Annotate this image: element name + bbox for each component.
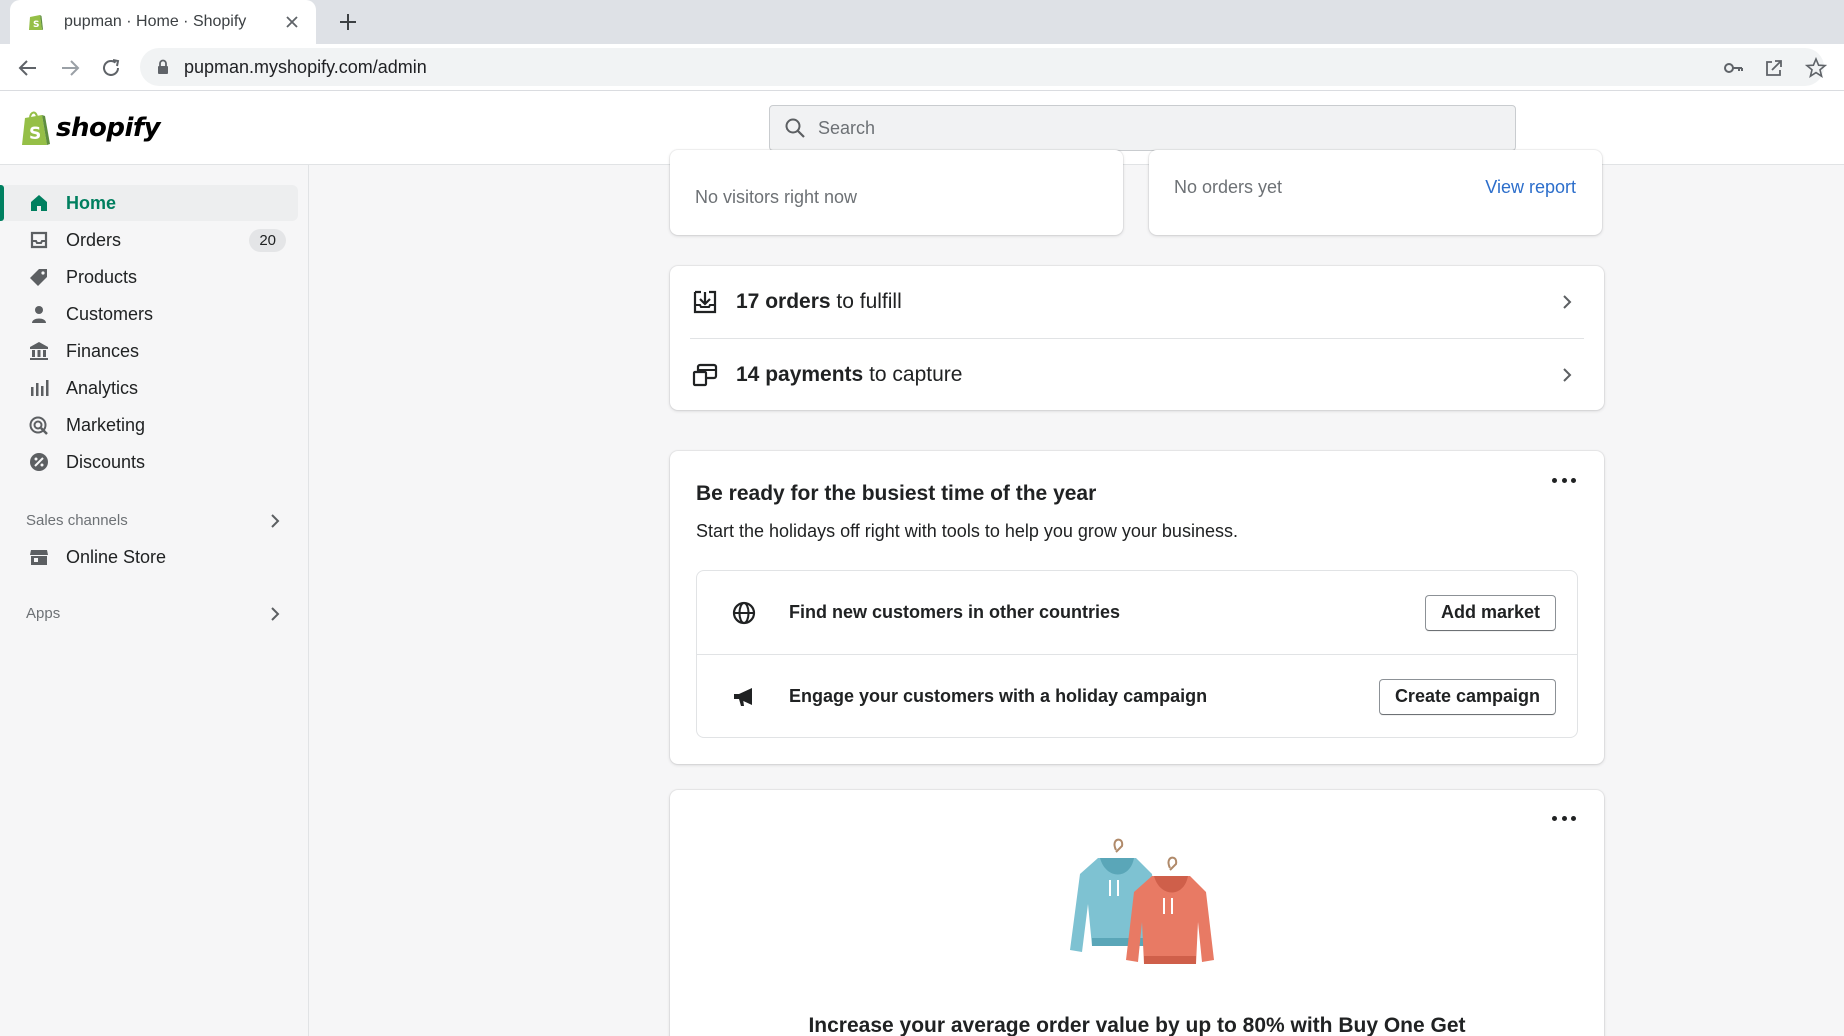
- apps-heading[interactable]: Apps: [26, 605, 60, 622]
- chevron-right-icon[interactable]: [266, 605, 284, 623]
- browser-tabstrip: S pupman · Home · Shopify: [0, 0, 1844, 44]
- megaphone-icon: [731, 684, 757, 710]
- sidebar-item-label: Orders: [66, 229, 122, 250]
- sales-channels-heading[interactable]: Sales channels: [26, 512, 128, 529]
- orders-summary-card: No orders yet View report: [1149, 150, 1602, 235]
- sidebar-item-home[interactable]: Home: [0, 185, 298, 221]
- active-indicator: [0, 185, 4, 221]
- search-icon: [784, 117, 806, 139]
- tasks-card: 17 orders to fulfill 14 payments to capt…: [670, 266, 1604, 410]
- svg-text:S: S: [33, 20, 39, 30]
- target-icon: [28, 414, 50, 436]
- sidebar-item-orders[interactable]: Orders 20: [0, 222, 298, 258]
- bank-icon: [28, 340, 50, 362]
- reload-icon[interactable]: [97, 54, 125, 82]
- orders-to-fulfill-row[interactable]: 17 orders to fulfill: [670, 266, 1604, 338]
- person-icon: [28, 303, 50, 325]
- sidebar-item-label: Customers: [66, 303, 154, 324]
- svg-text:S: S: [29, 124, 41, 144]
- back-arrow-icon[interactable]: [14, 54, 42, 82]
- payments-to-capture-row[interactable]: 14 payments to capture: [670, 339, 1604, 411]
- sidebar-item-label: Products: [66, 266, 138, 287]
- holiday-actions: Find new customers in other countries Ad…: [696, 570, 1578, 738]
- sidebar-item-online-store[interactable]: Online Store: [0, 539, 298, 575]
- shopify-logo[interactable]: S shopify: [20, 109, 161, 147]
- add-market-button[interactable]: Add market: [1424, 594, 1556, 631]
- holiday-title: Be ready for the busiest time of the yea…: [696, 482, 1097, 505]
- sidebar-item-discounts[interactable]: Discounts: [0, 444, 298, 480]
- payment-icon: [692, 362, 718, 388]
- forward-arrow-icon[interactable]: [56, 54, 84, 82]
- discount-icon: [28, 451, 50, 473]
- visitors-text: No visitors right now: [695, 187, 858, 207]
- more-options-icon[interactable]: [1552, 813, 1576, 823]
- payments-task-text: to capture: [863, 363, 963, 386]
- shopify-favicon-icon: S: [26, 12, 46, 32]
- new-tab-icon[interactable]: [336, 10, 360, 34]
- markets-row: Find new customers in other countries Ad…: [697, 571, 1577, 654]
- more-options-icon[interactable]: [1552, 475, 1576, 485]
- tag-icon: [28, 266, 50, 288]
- sidebar-item-label: Home: [66, 192, 117, 213]
- promo-title: Increase your average order value by up …: [808, 1014, 1466, 1036]
- sidebar-item-customers[interactable]: Customers: [0, 296, 298, 332]
- sidebar-item-finances[interactable]: Finances: [0, 333, 298, 369]
- sidebar-item-analytics[interactable]: Analytics: [0, 370, 298, 406]
- lock-icon[interactable]: [154, 58, 172, 76]
- share-icon[interactable]: [1760, 54, 1788, 82]
- orders-count-badge: 20: [249, 228, 286, 252]
- chevron-right-icon: [1558, 293, 1576, 311]
- chevron-right-icon[interactable]: [266, 512, 284, 530]
- home-icon: [28, 192, 50, 214]
- payments-count: 14 payments: [736, 363, 864, 386]
- search-bar[interactable]: [769, 105, 1516, 151]
- visitors-card: No visitors right now: [670, 150, 1123, 235]
- hoodies-illustration: [1058, 834, 1218, 964]
- sidebar-item-label: Finances: [66, 340, 140, 361]
- orders-task-text: to fulfill: [830, 290, 902, 313]
- sidebar-item-label: Discounts: [66, 451, 146, 472]
- chevron-right-icon: [1558, 366, 1576, 384]
- no-orders-text: No orders yet: [1174, 177, 1283, 197]
- campaign-row: Engage your customers with a holiday cam…: [697, 655, 1577, 738]
- logo-text: shopify: [56, 113, 161, 143]
- bar-chart-icon: [28, 377, 50, 399]
- orders-count: 17 orders: [736, 290, 831, 313]
- holiday-card: Be ready for the busiest time of the yea…: [670, 451, 1604, 764]
- close-tab-icon[interactable]: [282, 12, 302, 32]
- bookmark-star-icon[interactable]: [1802, 54, 1830, 82]
- holiday-subtitle: Start the holidays off right with tools …: [696, 521, 1238, 541]
- sidebar-item-label: Analytics: [66, 377, 139, 398]
- fulfill-icon: [692, 289, 718, 315]
- store-icon: [28, 546, 50, 568]
- sidebar-item-label: Online Store: [66, 546, 167, 567]
- sidebar-nav: Home Orders 20 Products Customers Financ…: [0, 165, 309, 1036]
- browser-tab[interactable]: S pupman · Home · Shopify: [10, 0, 316, 44]
- search-input[interactable]: [818, 117, 1498, 139]
- promo-card: Increase your average order value by up …: [670, 790, 1604, 1036]
- address-bar[interactable]: pupman.myshopify.com/admin: [140, 48, 1824, 86]
- sidebar-item-marketing[interactable]: Marketing: [0, 407, 298, 443]
- tab-title: pupman · Home · Shopify: [64, 13, 247, 30]
- key-icon[interactable]: [1719, 54, 1747, 82]
- orders-icon: [28, 229, 50, 251]
- browser-toolbar: pupman.myshopify.com/admin: [0, 44, 1844, 91]
- view-report-link[interactable]: View report: [1485, 177, 1576, 198]
- sidebar-item-label: Marketing: [66, 414, 146, 435]
- shopify-bag-icon: S: [22, 111, 50, 145]
- sidebar-item-products[interactable]: Products: [0, 259, 298, 295]
- create-campaign-button[interactable]: Create campaign: [1378, 678, 1556, 715]
- url-text: pupman.myshopify.com/admin: [184, 56, 427, 77]
- globe-icon: [731, 600, 757, 626]
